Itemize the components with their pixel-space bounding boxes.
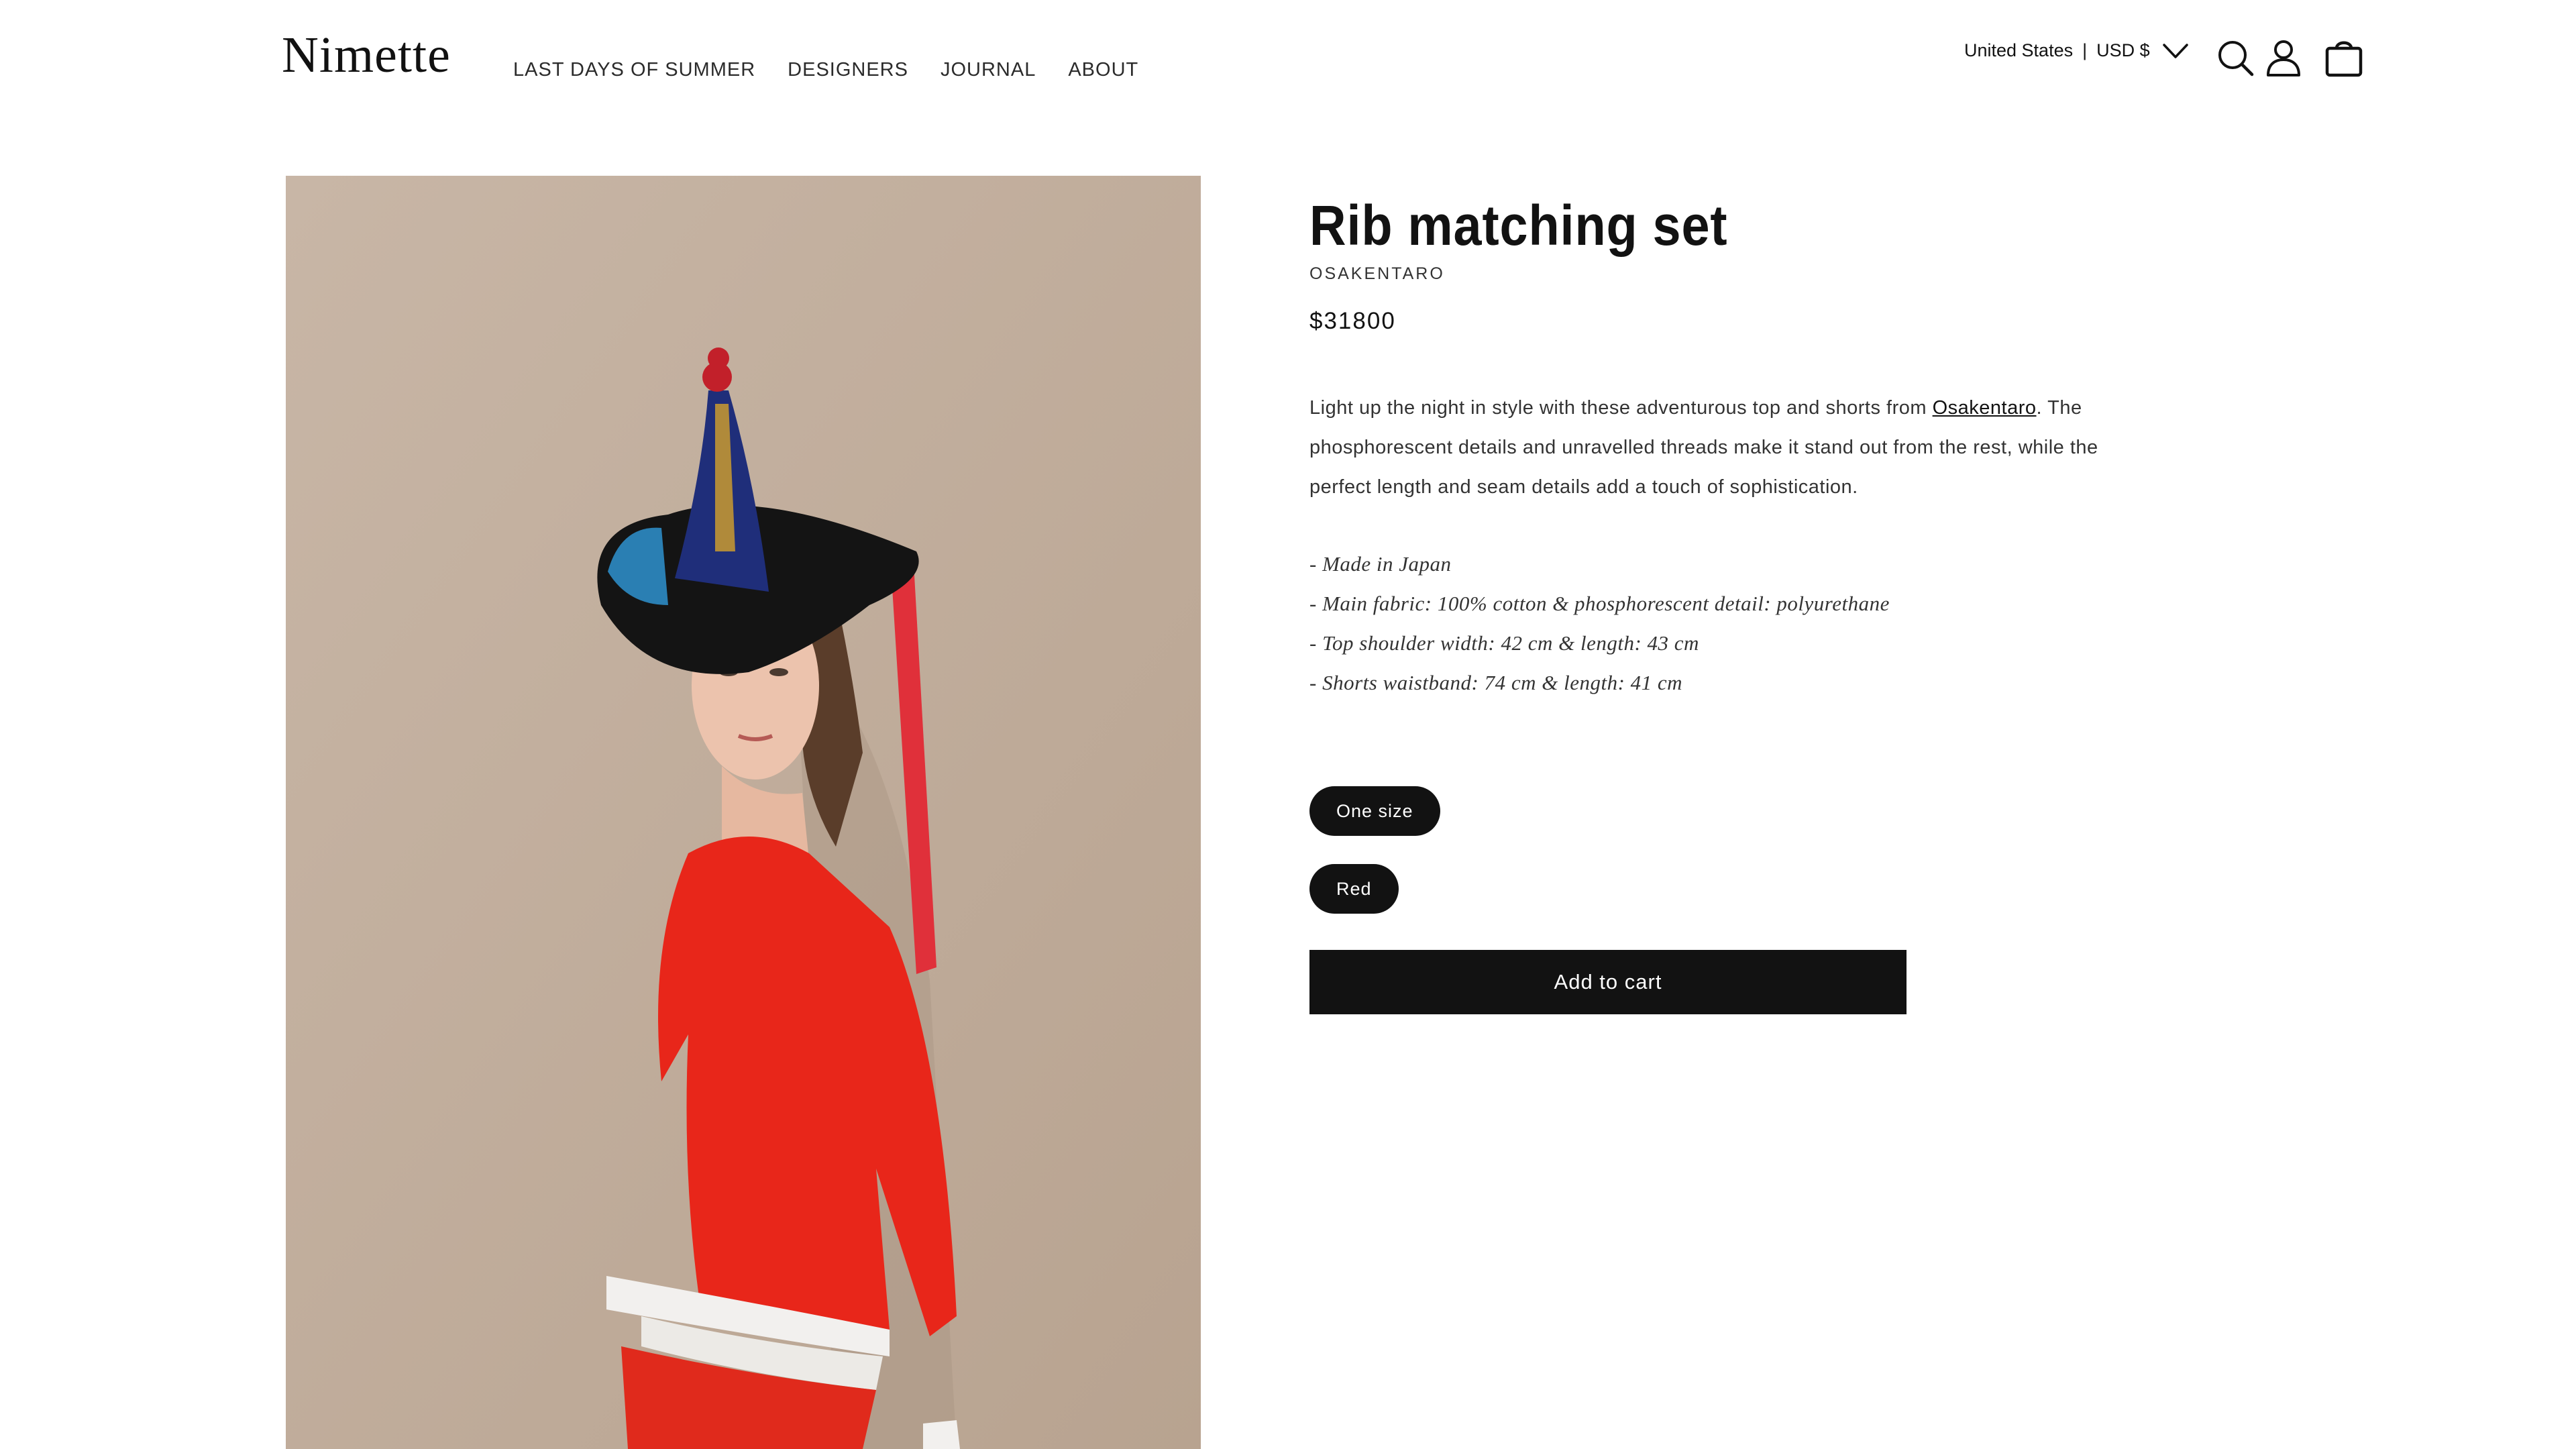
product-photo[interactable] — [286, 176, 1201, 1449]
product-details-list: - Made in Japan - Main fabric: 100% cott… — [1309, 544, 2182, 702]
product-vendor: OSAKENTARO — [1309, 264, 1445, 284]
product-info: Rib matching set OSAKENTARO $31800 Light… — [1309, 194, 2182, 1015]
cart-icon[interactable] — [2324, 38, 2364, 78]
nav-link-journal[interactable]: JOURNAL — [941, 56, 1036, 84]
nav-link-about[interactable]: ABOUT — [1068, 56, 1138, 84]
product-description: Light up the night in style with these a… — [1309, 388, 2148, 507]
detail-item: - Top shoulder width: 42 cm & length: 43… — [1309, 631, 1699, 655]
product-title: Rib matching set — [1309, 194, 1728, 257]
account-icon[interactable] — [2263, 38, 2304, 78]
locale-separator: | — [2082, 40, 2088, 60]
detail-item: - Made in Japan — [1309, 552, 1452, 576]
locale-country: United States — [1964, 40, 2074, 60]
locale-selector[interactable]: United States | USD $ — [1964, 40, 2189, 61]
color-options: Red — [1309, 864, 2182, 914]
nav-link-designers[interactable]: DESIGNERS — [788, 56, 908, 84]
description-text-before: Light up the night in style with these a… — [1309, 397, 1933, 419]
site-header: Nimette LAST DAYS OF SUMMER DESIGNERS JO… — [0, 0, 2576, 114]
main-nav: LAST DAYS OF SUMMER DESIGNERS JOURNAL AB… — [513, 56, 1171, 84]
color-option-red[interactable]: Red — [1309, 864, 1399, 914]
add-to-cart-button[interactable]: Add to cart — [1309, 950, 1907, 1015]
search-icon[interactable] — [2215, 38, 2255, 78]
designer-link[interactable]: Osakentaro — [1933, 397, 2037, 419]
product-price: $31800 — [1309, 308, 1396, 335]
model-photo-illustration — [286, 176, 1201, 1449]
chevron-down-icon — [2162, 43, 2188, 58]
size-options: One size — [1309, 786, 2182, 837]
locale-currency: USD $ — [2096, 40, 2150, 60]
detail-item: - Main fabric: 100% cotton & phosphoresc… — [1309, 592, 1890, 616]
size-option-one-size[interactable]: One size — [1309, 786, 1440, 837]
nav-link-last-days-of-summer[interactable]: LAST DAYS OF SUMMER — [513, 56, 755, 84]
detail-item: - Shorts waistband: 74 cm & length: 41 c… — [1309, 671, 1683, 695]
site-logo[interactable]: Nimette — [282, 30, 451, 80]
